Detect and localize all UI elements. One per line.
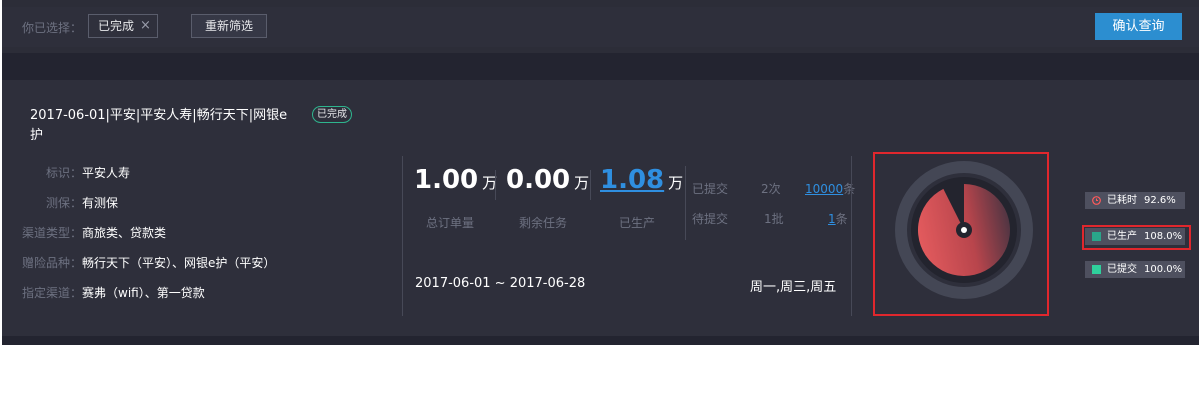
divider xyxy=(851,156,852,316)
stat-value: 1.00 万 xyxy=(414,165,498,195)
attr-value: 商旅类、贷款类 xyxy=(82,226,167,240)
weekdays: 周一,周三,周五 xyxy=(750,280,837,295)
pending-batches: 1批 xyxy=(764,212,784,226)
date-range: 2017-06-01 ~ 2017-06-28 xyxy=(415,276,586,291)
highlight-box xyxy=(873,152,1049,316)
square-icon xyxy=(1092,265,1101,274)
bottom-strip xyxy=(2,336,1199,345)
submitted-count-link[interactable]: 10000 xyxy=(805,182,843,196)
stat-value: 0.00 万 xyxy=(506,165,590,195)
stat-value-link[interactable]: 1.08 万 xyxy=(600,165,683,195)
legend-label: 已耗时 xyxy=(1107,195,1137,206)
stat-label: 剩余任务 xyxy=(519,216,568,230)
attr-key: 渠道类型： xyxy=(21,226,82,240)
attr-value: 平安人寿 xyxy=(82,166,131,180)
filter-bar: 你已选择： 已完成 × 重新筛选 确认查询 xyxy=(2,7,1199,47)
legend-value: 100.0% xyxy=(1144,264,1183,275)
attr-value: 有测保 xyxy=(82,196,119,210)
attr-row-insurance: 赠险品种： 畅行天下（平安）、网银e护（平安） xyxy=(2,254,302,272)
stat-label: 已生产 xyxy=(619,216,656,230)
highlight-box xyxy=(1082,225,1191,250)
stat-produced[interactable]: 1.08 万 xyxy=(600,165,683,205)
clock-icon xyxy=(1092,196,1101,205)
status-badge: 已完成 xyxy=(312,106,352,123)
divider xyxy=(495,170,496,200)
stat-total-orders: 1.00 万 xyxy=(414,165,497,205)
pending-count-link[interactable]: 1 xyxy=(828,212,836,226)
order-title: 2017-06-01|平安|平安人寿|畅行天下|网银e护 xyxy=(30,108,288,143)
close-icon[interactable]: × xyxy=(140,15,151,37)
attr-row-channel: 指定渠道： 赛弗（wifi）、第一贷款 xyxy=(2,284,302,302)
filter-tag-label: 已完成 xyxy=(98,19,135,33)
divider xyxy=(685,166,686,240)
selected-filters-label: 你已选择： xyxy=(22,21,83,35)
attr-row-channel-type: 渠道类型： 商旅类、贷款类 xyxy=(2,224,302,242)
stat-label: 总订单量 xyxy=(426,216,475,230)
stat-remaining: 0.00 万 xyxy=(506,165,589,205)
attr-value: 赛弗（wifi）、第一贷款 xyxy=(82,286,205,300)
pending-label: 待提交 xyxy=(692,212,729,226)
submitted-label: 已提交 xyxy=(692,182,729,196)
filter-tag-completed[interactable]: 已完成 × xyxy=(88,14,158,38)
legend-item-time-used: 已耗时 92.6% xyxy=(1085,192,1185,209)
divider-strip xyxy=(2,53,1199,80)
reset-filter-button[interactable]: 重新筛选 xyxy=(191,14,267,38)
legend-value: 92.6% xyxy=(1144,195,1176,206)
legend-item-submitted: 已提交 100.0% xyxy=(1085,261,1185,278)
attr-key: 标识： xyxy=(45,166,82,180)
attr-key: 赠险品种： xyxy=(21,256,82,270)
submitted-count: 10000条 xyxy=(805,182,856,196)
confirm-query-button[interactable]: 确认查询 xyxy=(1095,13,1182,40)
attr-row-identifier: 标识： 平安人寿 xyxy=(2,164,302,182)
divider xyxy=(590,170,591,200)
submitted-times: 2次 xyxy=(761,182,781,196)
attr-row-test: 测保： 有测保 xyxy=(2,194,302,212)
attr-key: 指定渠道： xyxy=(21,286,82,300)
divider xyxy=(402,156,403,316)
legend-label: 已提交 xyxy=(1107,264,1137,275)
attr-value: 畅行天下（平安）、网银e护（平安） xyxy=(82,256,276,270)
attr-key: 测保： xyxy=(45,196,82,210)
pending-count: 1条 xyxy=(828,212,848,226)
